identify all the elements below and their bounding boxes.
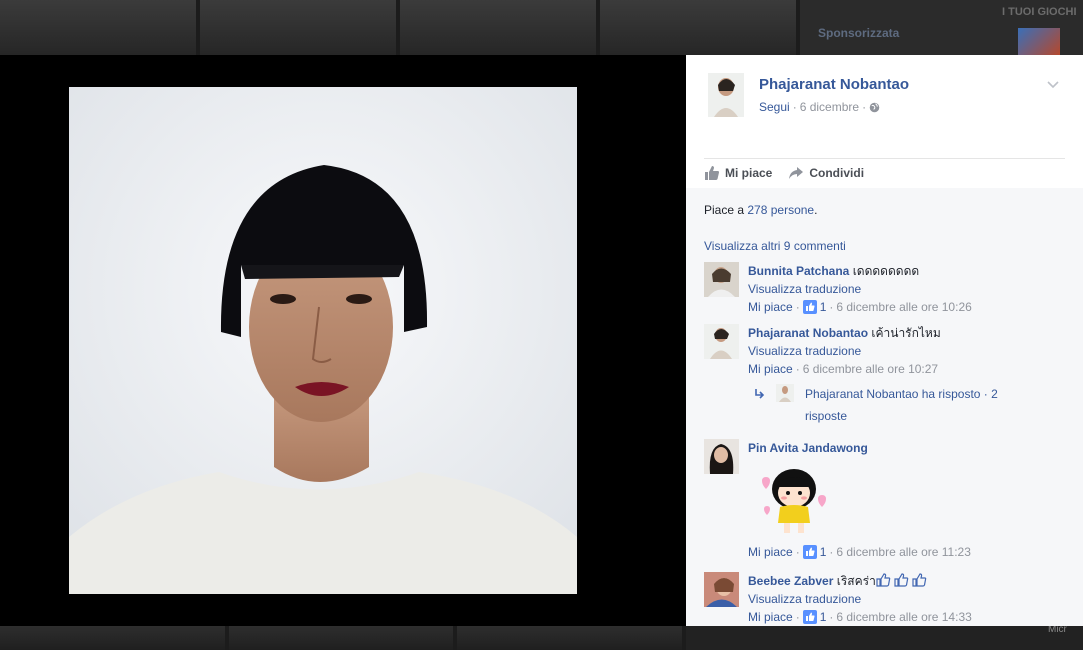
comment-like-link[interactable]: Mi piace: [748, 298, 793, 316]
footer-separator: ·: [829, 610, 834, 624]
portrait-illustration: [69, 87, 577, 594]
globe-icon: [869, 102, 880, 112]
background-games-label: I TUOI GIOCHI: [1002, 6, 1077, 18]
background-thumbnail: [457, 626, 683, 650]
commenter-avatar[interactable]: [704, 572, 739, 607]
footer-separator: ·: [829, 300, 834, 314]
comment-timestamp[interactable]: 6 dicembre alle ore 11:23: [836, 543, 971, 561]
see-translation-link[interactable]: Visualizza traduzione: [748, 280, 1068, 298]
like-button-label: Mi piace: [725, 166, 773, 180]
post-date[interactable]: 6 dicembre: [800, 100, 859, 114]
comment-like-count[interactable]: 1: [820, 608, 827, 626]
comment-text: เริสคร่า: [836, 574, 876, 588]
view-more-comments-link[interactable]: Visualizza altri 9 commenti: [704, 239, 846, 253]
comment-body: Pin Avita Jandawong Mi piace · 1 · 6 dic…: [748, 439, 1068, 561]
post-photo[interactable]: [69, 87, 577, 594]
commenter-avatar[interactable]: [704, 262, 739, 297]
background-bottom-strip: [0, 626, 686, 650]
background-photo-strip: [0, 0, 800, 55]
comment-timestamp[interactable]: 6 dicembre alle ore 14:33: [836, 608, 971, 626]
background-sponsored-label: Sponsorizzata: [818, 26, 900, 40]
comment-text: เดดดดดดดด: [852, 264, 920, 278]
like-count-thumb-icon: [802, 545, 817, 559]
post-header: Phajaranat Nobantao Segui · 6 dicembre ·…: [686, 55, 1083, 188]
comment-body: Beebee Zabver เริสคร่า Visualizza traduz…: [748, 572, 1068, 626]
author-avatar[interactable]: [708, 73, 744, 117]
background-thumbnail: [0, 626, 225, 650]
comment-author[interactable]: Beebee Zabver: [748, 574, 833, 588]
like-count-thumb-icon: [802, 610, 817, 624]
post-author-name[interactable]: Phajaranat Nobantao: [759, 76, 909, 93]
meta-separator: ·: [862, 100, 867, 114]
share-arrow-icon: [789, 167, 804, 179]
comment-timestamp[interactable]: 6 dicembre alle ore 10:27: [803, 360, 938, 378]
like-button[interactable]: Mi piace: [704, 165, 772, 181]
comment-text: เค้าน่ารักไหม: [871, 326, 941, 340]
reply-arrow-icon: [755, 389, 765, 399]
replies-summary[interactable]: Phajaranat Nobantao ha risposto · 2 risp…: [805, 383, 1035, 427]
background-thumbnail: [228, 626, 454, 650]
footer-separator: ·: [795, 300, 800, 314]
post-side-panel: Phajaranat Nobantao Segui · 6 dicembre ·…: [686, 55, 1083, 626]
like-count-thumb-icon: [802, 300, 817, 314]
likes-summary: Piace a 278 persone.: [704, 203, 817, 217]
comment-body: Bunnita Patchana เดดดดดดดด Visualizza tr…: [748, 262, 1068, 316]
comment-like-count[interactable]: 1: [820, 543, 827, 561]
background-game-thumbnail: [1018, 28, 1060, 55]
likes-prefix: Piace a: [704, 203, 745, 217]
footer-separator: ·: [829, 545, 834, 559]
post-meta: Segui · 6 dicembre ·: [759, 100, 880, 114]
commenter-avatar[interactable]: [704, 324, 739, 359]
thumbs-up-icon: [705, 166, 719, 180]
comment-like-link[interactable]: Mi piace: [748, 543, 793, 561]
share-button[interactable]: Condividi: [788, 165, 864, 181]
thumbs-up-emoji-group-icon: [876, 573, 927, 587]
comment-like-link[interactable]: Mi piace: [748, 360, 793, 378]
likes-count-link[interactable]: 278 persone: [747, 203, 814, 217]
comment-footer: Mi piace · 1 · 6 dicembre alle ore 14:33: [748, 608, 1068, 626]
see-translation-link[interactable]: Visualizza traduzione: [748, 590, 1068, 608]
comment-author[interactable]: Bunnita Patchana: [748, 264, 849, 278]
comment-footer: Mi piace · 1 · 6 dicembre alle ore 11:23: [748, 543, 1068, 561]
post-actions: Mi piace Condividi: [704, 165, 864, 181]
likes-suffix: .: [814, 203, 818, 217]
see-translation-link[interactable]: Visualizza traduzione: [748, 342, 1068, 360]
comment-author[interactable]: Pin Avita Jandawong: [748, 441, 868, 455]
background-thumbnail: [0, 0, 196, 55]
girl-sticker-image[interactable]: [758, 461, 830, 537]
comment-like-link[interactable]: Mi piace: [748, 608, 793, 626]
footer-separator: ·: [795, 610, 800, 624]
share-button-label: Condividi: [809, 166, 865, 180]
meta-separator: ·: [792, 100, 797, 114]
comment-like-count[interactable]: 1: [820, 298, 827, 316]
background-thumbnail: [400, 0, 596, 55]
header-divider: [704, 158, 1065, 159]
comment-footer: Mi piace · 6 dicembre alle ore 10:27: [748, 360, 1068, 378]
background-bottom-right: [686, 626, 1083, 650]
comment-author[interactable]: Phajaranat Nobantao: [748, 326, 868, 340]
comment-timestamp[interactable]: 6 dicembre alle ore 10:26: [836, 298, 971, 316]
follow-link[interactable]: Segui: [759, 100, 790, 114]
reply-author-avatar: [776, 384, 794, 402]
commenter-avatar[interactable]: [704, 439, 739, 474]
comment-footer: Mi piace · 1 · 6 dicembre alle ore 10:26: [748, 298, 1068, 316]
photo-stage[interactable]: [0, 55, 686, 626]
background-thumbnail: [200, 0, 396, 55]
background-thumbnail: [600, 0, 796, 55]
chevron-down-icon[interactable]: [1046, 77, 1060, 91]
footer-separator: ·: [795, 545, 800, 559]
comment-body: Phajaranat Nobantao เค้าน่ารักไหม Visual…: [748, 324, 1068, 378]
footer-separator: ·: [795, 362, 800, 376]
